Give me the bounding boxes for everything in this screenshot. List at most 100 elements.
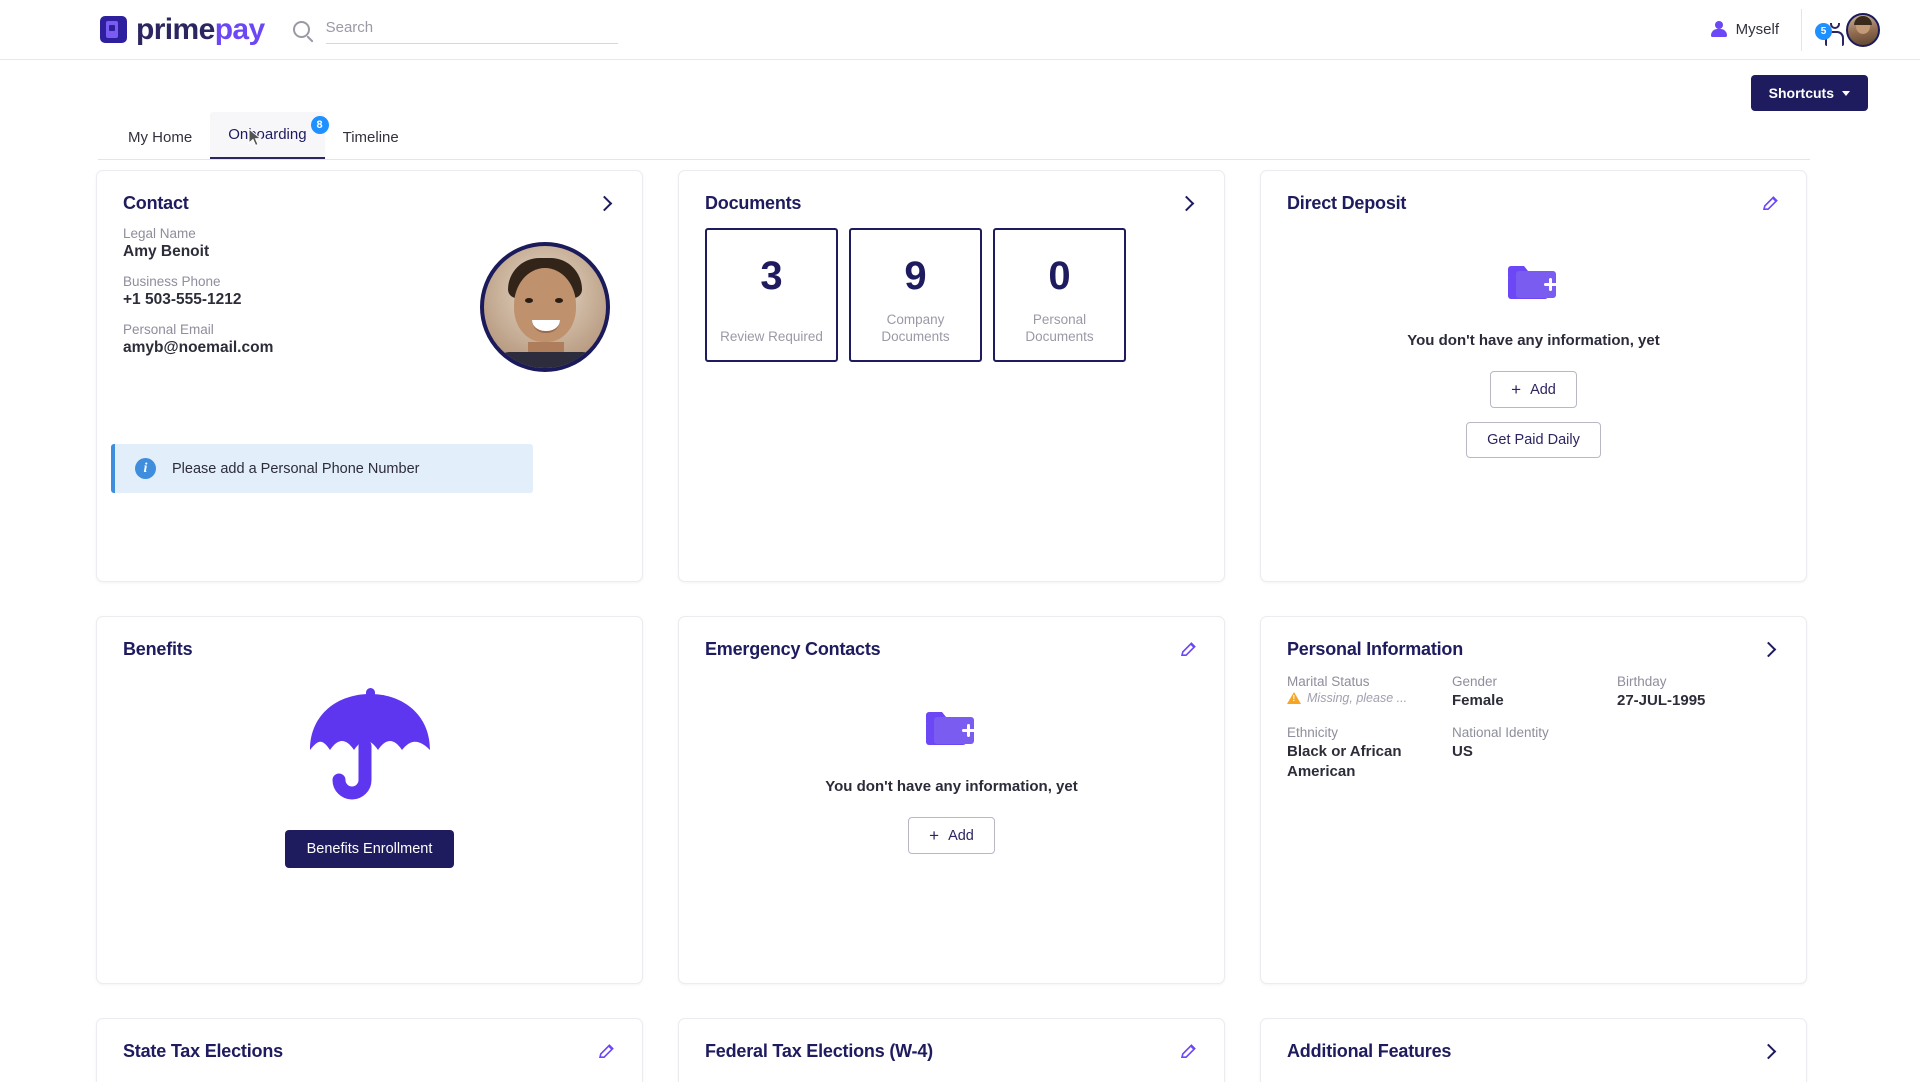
- edit-pencil-icon[interactable]: [597, 1042, 616, 1061]
- get-paid-daily-label: Get Paid Daily: [1487, 432, 1580, 448]
- card-state-tax-elections: State Tax Elections: [96, 1018, 643, 1082]
- direct-deposit-empty-message: You don't have any information, yet: [1407, 332, 1660, 349]
- pi-marital-status-text: Missing, please ...: [1307, 691, 1408, 705]
- card-emergency-contacts: Emergency Contacts You don't have any in…: [678, 616, 1225, 984]
- folder-add-icon: [1507, 266, 1557, 299]
- card-personal-information-title: Personal Information: [1287, 639, 1464, 659]
- tab-onboarding[interactable]: Onboarding 8: [210, 112, 329, 160]
- direct-deposit-empty-state: You don't have any information, yet + Ad…: [1287, 226, 1780, 458]
- doc-tile-review-required-label: Review Required: [720, 329, 823, 345]
- doc-tile-company-documents-count: 9: [904, 254, 927, 298]
- header-divider: [1801, 8, 1802, 51]
- card-benefits-header: Benefits: [123, 639, 616, 660]
- tab-bar: My Home Onboarding 8 Timeline: [110, 112, 417, 160]
- card-emergency-contacts-title: Emergency Contacts: [705, 639, 881, 659]
- card-benefits-title: Benefits: [123, 639, 193, 659]
- card-contact: Contact Legal Name Amy Benoit Business P…: [96, 170, 643, 582]
- header-actions: Myself 5: [1710, 0, 1880, 59]
- pi-gender: Gender Female: [1452, 674, 1617, 711]
- card-additional-features-header: Additional Features: [1287, 1041, 1780, 1062]
- tab-timeline-label: Timeline: [342, 129, 399, 146]
- doc-tile-personal-documents[interactable]: 0 Personal Documents: [993, 228, 1126, 362]
- pi-birthday-value: 27-JUL-1995: [1617, 692, 1706, 709]
- warning-icon: [1287, 692, 1301, 704]
- avatar-eye-right: [555, 298, 563, 303]
- get-paid-daily-button[interactable]: Get Paid Daily: [1466, 422, 1601, 458]
- card-contact-title: Contact: [123, 193, 189, 213]
- shortcuts-button[interactable]: Shortcuts: [1750, 75, 1868, 111]
- edit-pencil-icon[interactable]: [1179, 1042, 1198, 1061]
- card-direct-deposit-title: Direct Deposit: [1287, 193, 1407, 213]
- primepay-logo[interactable]: primepay: [100, 13, 265, 47]
- benefits-enrollment-button[interactable]: Benefits Enrollment: [284, 830, 455, 868]
- business-phone-value: +1 503-555-1212: [123, 291, 242, 308]
- emergency-contacts-empty-message: You don't have any information, yet: [825, 778, 1078, 795]
- doc-tile-personal-documents-count: 0: [1048, 254, 1071, 298]
- person-icon: [1710, 21, 1727, 38]
- contact-banner-text: Please add a Personal Phone Number: [172, 460, 420, 477]
- direct-deposit-add-label: Add: [1530, 381, 1556, 398]
- contact-info-banner: i Please add a Personal Phone Number: [111, 444, 533, 493]
- business-phone-label: Business Phone: [123, 274, 221, 289]
- tab-my-home-label: My Home: [128, 129, 193, 146]
- emergency-contacts-add-label: Add: [948, 827, 974, 844]
- avatar-shoulders: [494, 352, 598, 368]
- chevron-right-icon[interactable]: [1178, 195, 1195, 212]
- tab-onboarding-label: Onboarding: [228, 126, 307, 143]
- legal-name-value: Amy Benoit: [123, 243, 210, 260]
- tab-underline: [98, 159, 1810, 160]
- plus-icon: +: [929, 826, 940, 845]
- card-documents-title: Documents: [705, 193, 802, 213]
- doc-tile-company-documents[interactable]: 9 Company Documents: [849, 228, 982, 362]
- emergency-contacts-empty-state: You don't have any information, yet + Ad…: [705, 672, 1198, 854]
- pi-national-identity-value: US: [1452, 742, 1473, 760]
- tab-my-home[interactable]: My Home: [110, 115, 210, 160]
- benefits-enrollment-label: Benefits Enrollment: [306, 841, 433, 857]
- card-personal-information-header: Personal Information: [1287, 639, 1780, 660]
- pi-empty-cell: [1617, 725, 1780, 782]
- card-federal-tax-title: Federal Tax Elections (W-4): [705, 1041, 933, 1061]
- direct-deposit-add-button[interactable]: + Add: [1490, 371, 1577, 408]
- contact-photo: [480, 242, 610, 372]
- card-state-tax-title: State Tax Elections: [123, 1041, 283, 1061]
- logo-prime-text: prime: [136, 12, 215, 46]
- edit-pencil-icon[interactable]: [1179, 640, 1198, 659]
- shortcuts-label: Shortcuts: [1768, 85, 1834, 101]
- card-additional-features-title: Additional Features: [1287, 1041, 1452, 1061]
- edit-pencil-icon[interactable]: [1761, 194, 1780, 213]
- pi-gender-value: Female: [1452, 692, 1504, 709]
- pi-ethnicity-value: Black or African American: [1287, 742, 1402, 780]
- dashboard-grid: Contact Legal Name Amy Benoit Business P…: [96, 170, 1824, 1082]
- legal-name-label: Legal Name: [123, 226, 196, 241]
- personal-information-grid: Marital Status Missing, please ... Gende…: [1287, 674, 1780, 782]
- chevron-right-icon[interactable]: [596, 195, 613, 212]
- myself-button[interactable]: Myself: [1710, 21, 1779, 38]
- chevron-right-icon[interactable]: [1760, 641, 1777, 658]
- logo-pay-text: pay: [214, 12, 266, 46]
- chevron-down-icon: [1842, 90, 1850, 96]
- search-input[interactable]: [325, 15, 618, 44]
- pi-marital-status: Marital Status Missing, please ...: [1287, 674, 1452, 711]
- info-icon: i: [135, 458, 156, 479]
- umbrella-icon: [309, 688, 430, 800]
- avatar-eye-left: [525, 298, 533, 303]
- pi-marital-status-value: Missing, please ...: [1287, 691, 1452, 705]
- pi-gender-label: Gender: [1452, 674, 1498, 689]
- pi-ethnicity: Ethnicity Black or African American: [1287, 725, 1452, 782]
- top-header: primepay Myself 5: [0, 0, 1920, 60]
- pi-national-identity: National Identity US: [1452, 725, 1617, 782]
- card-documents: Documents 3 Review Required 9 Company Do…: [678, 170, 1225, 582]
- tab-timeline[interactable]: Timeline: [325, 115, 417, 160]
- pi-national-identity-label: National Identity: [1452, 724, 1549, 740]
- search-area: [292, 15, 618, 44]
- folder-add-icon: [925, 712, 975, 745]
- pi-marital-status-label: Marital Status: [1287, 674, 1370, 689]
- avatar[interactable]: [1846, 12, 1880, 47]
- doc-tile-personal-documents-label: Personal Documents: [1025, 312, 1094, 345]
- doc-tile-review-required[interactable]: 3 Review Required: [705, 228, 838, 362]
- chevron-right-icon[interactable]: [1760, 1043, 1777, 1060]
- emergency-contacts-add-button[interactable]: + Add: [908, 817, 995, 854]
- benefits-body: Benefits Enrollment: [123, 672, 616, 868]
- search-icon[interactable]: [292, 21, 310, 38]
- doc-tile-company-documents-label: Company Documents: [881, 312, 950, 345]
